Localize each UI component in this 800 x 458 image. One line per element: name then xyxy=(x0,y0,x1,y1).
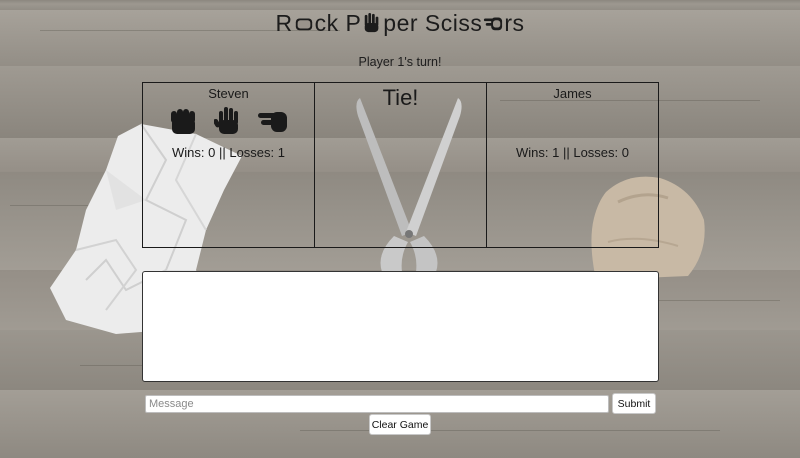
scissors-hand-icon[interactable] xyxy=(257,107,288,135)
title-text: per Sciss xyxy=(383,10,483,36)
chat-log[interactable] xyxy=(142,271,659,382)
paper-hand-icon[interactable] xyxy=(213,107,244,135)
message-input[interactable] xyxy=(145,395,609,413)
player1-record: Wins: 0 || Losses: 1 xyxy=(172,145,285,160)
result-panel: Tie! xyxy=(314,82,487,248)
player1-choices xyxy=(143,107,314,140)
player2-name: James xyxy=(553,86,592,101)
player1-name: Steven xyxy=(208,86,249,101)
rock-hand-icon xyxy=(295,18,312,31)
player2-record: Wins: 1 || Losses: 0 xyxy=(516,145,629,160)
page-title: Rck P per Sciss rs xyxy=(0,10,800,37)
clear-game-button[interactable]: Clear Game xyxy=(369,414,431,435)
scissors-hand-icon xyxy=(484,17,503,31)
submit-button[interactable]: Submit xyxy=(612,393,656,414)
title-text: ck P xyxy=(314,10,362,36)
player2-panel: James Wins: 1 || Losses: 0 xyxy=(486,82,659,248)
title-text: R xyxy=(275,10,293,36)
title-text: rs xyxy=(504,10,525,36)
rock-hand-icon[interactable] xyxy=(169,107,199,135)
round-result: Tie! xyxy=(382,85,419,110)
paper-hand-icon xyxy=(365,13,379,33)
player1-panel: Steven Wins: 0 || Losses: 1 xyxy=(142,82,315,248)
turn-status: Player 1's turn! xyxy=(358,55,442,69)
